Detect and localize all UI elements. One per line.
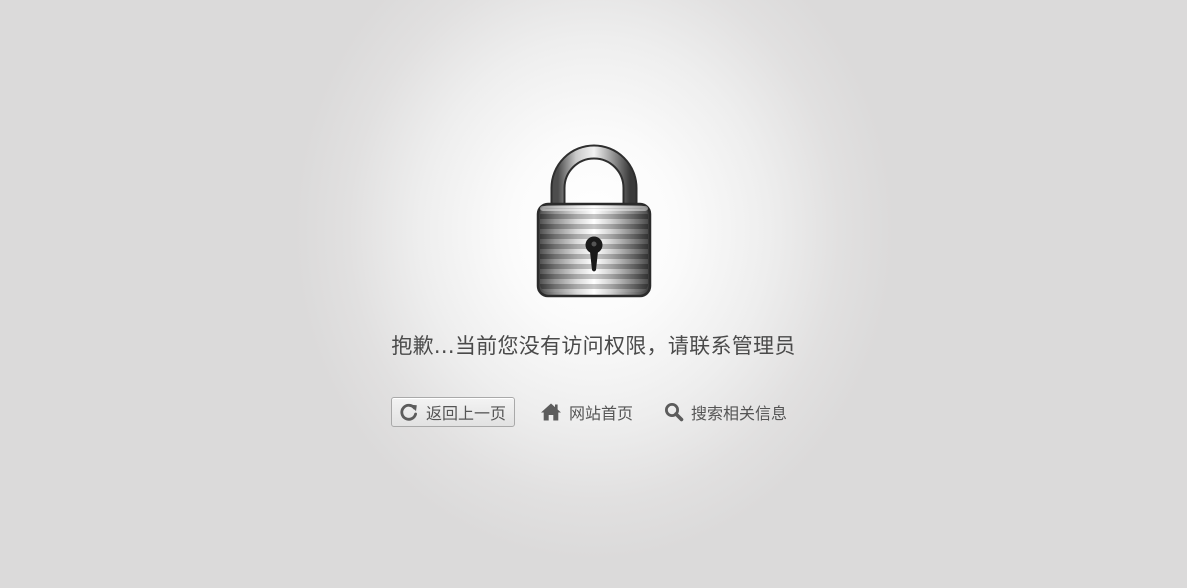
magnifier-icon: [664, 402, 684, 422]
back-button[interactable]: 返回上一页: [391, 397, 516, 427]
padlock-icon: [534, 144, 654, 302]
action-links: 返回上一页 网站首页 搜索相关信息: [391, 397, 787, 427]
search-link[interactable]: 搜索相关信息: [664, 398, 787, 426]
home-icon: [540, 402, 562, 422]
home-link[interactable]: 网站首页: [540, 398, 633, 426]
refresh-arrow-icon: [399, 402, 419, 422]
search-link-label: 搜索相关信息: [691, 404, 788, 423]
back-button-label: 返回上一页: [426, 404, 507, 423]
access-denied-page: 抱歉...当前您没有访问权限，请联系管理员 返回上一页 网站首页 搜索相关信息: [0, 0, 1187, 588]
access-denied-message: 抱歉...当前您没有访问权限，请联系管理员: [391, 334, 796, 358]
home-link-label: 网站首页: [569, 404, 634, 423]
